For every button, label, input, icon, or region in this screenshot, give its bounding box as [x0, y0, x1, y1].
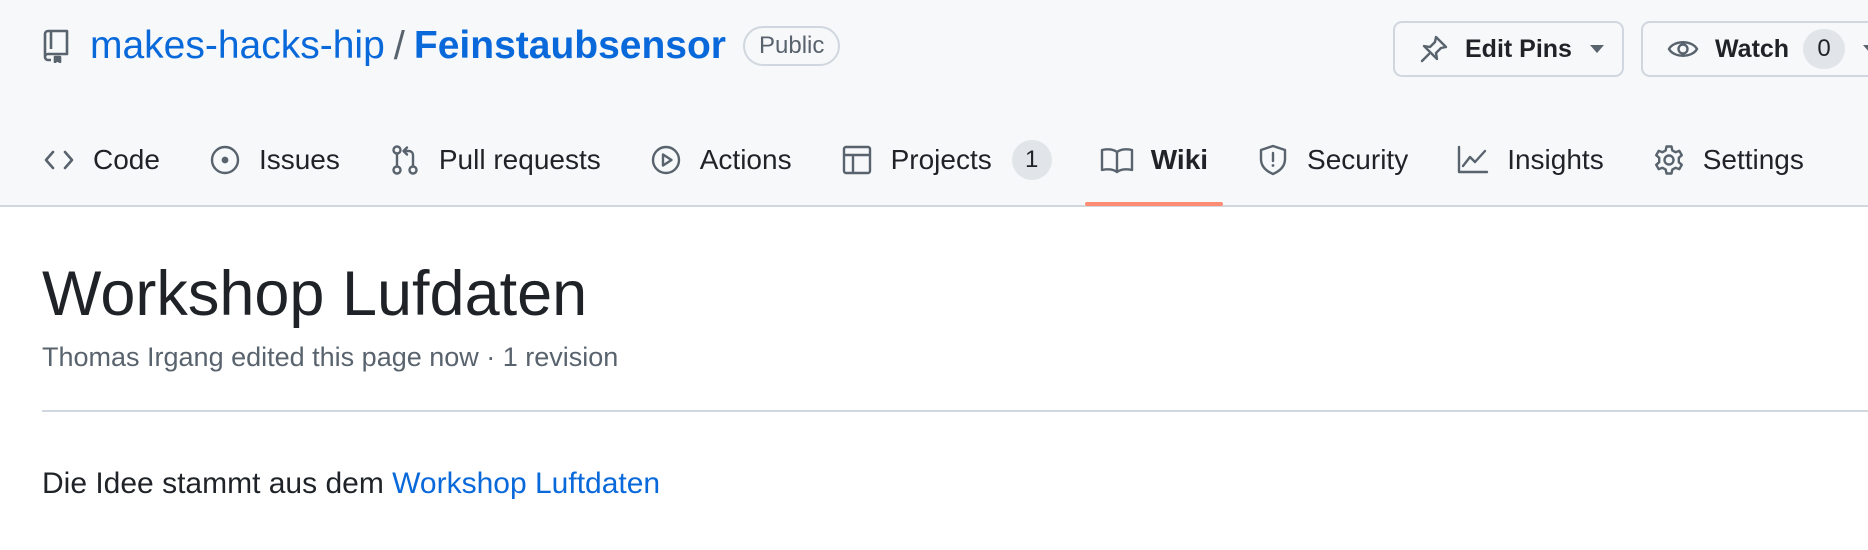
graph-icon	[1456, 143, 1490, 177]
repo-path-separator: /	[393, 23, 405, 68]
tab-pull-requests[interactable]: Pull requests	[388, 135, 601, 185]
page-title: Workshop Lufdaten	[42, 259, 588, 329]
pin-icon	[1419, 34, 1449, 64]
divider	[42, 410, 1868, 412]
play-icon	[649, 143, 683, 177]
tab-issues[interactable]: Issues	[208, 135, 340, 185]
tab-security[interactable]: Security	[1256, 135, 1408, 185]
repo-icon	[42, 28, 72, 64]
code-icon	[42, 143, 76, 177]
watch-button[interactable]: Watch 0	[1641, 21, 1868, 77]
tab-label: Projects	[890, 144, 992, 175]
tab-insights[interactable]: Insights	[1456, 135, 1604, 185]
pull-request-icon	[388, 143, 422, 177]
tab-label: Issues	[258, 144, 340, 175]
workshop-luftdaten-link[interactable]: Workshop Luftdaten	[392, 467, 660, 500]
table-icon	[840, 143, 874, 177]
body-text: Die Idee stammt aus dem	[42, 467, 393, 500]
shield-icon	[1256, 143, 1290, 177]
edit-pins-label: Edit Pins	[1465, 34, 1572, 63]
tab-wiki[interactable]: Wiki	[1084, 135, 1224, 206]
tab-settings[interactable]: Settings	[1652, 135, 1804, 185]
chevron-down-icon	[1589, 45, 1604, 53]
book-icon	[1100, 143, 1134, 177]
visibility-badge: Public	[742, 26, 841, 66]
tab-label: Actions	[699, 144, 792, 175]
tab-label: Code	[93, 144, 160, 175]
repo-owner-link[interactable]: makes-hacks-hip	[90, 24, 385, 68]
chevron-down-icon	[1863, 45, 1868, 53]
tab-code[interactable]: Code	[42, 135, 160, 185]
tab-label: Wiki	[1150, 144, 1209, 175]
repo-name-link[interactable]: Feinstaubsensor	[414, 24, 726, 68]
tab-label: Settings	[1702, 144, 1804, 175]
repo-header: makes-hacks-hip / Feinstaubsensor Public…	[0, 0, 1868, 207]
tab-label: Pull requests	[438, 144, 601, 175]
page-meta: Thomas Irgang edited this page now · 1 r…	[42, 342, 619, 372]
tab-label: Insights	[1507, 144, 1604, 175]
tab-label: Security	[1307, 144, 1409, 175]
eye-icon	[1667, 37, 1699, 61]
page-body: Die Idee stammt aus dem Workshop Luftdat…	[42, 467, 660, 501]
projects-count-badge: 1	[1011, 140, 1052, 180]
tab-actions[interactable]: Actions	[649, 135, 792, 185]
watch-label: Watch	[1715, 34, 1790, 63]
gear-icon	[1652, 143, 1686, 177]
issue-icon	[208, 143, 242, 177]
watch-count: 0	[1803, 29, 1846, 69]
repo-title: makes-hacks-hip / Feinstaubsensor Public	[42, 22, 841, 70]
edit-pins-button[interactable]: Edit Pins	[1393, 21, 1624, 77]
tab-projects[interactable]: Projects 1	[840, 135, 1052, 185]
repo-nav-tabs: Code Issues Pull requests Actions Projec…	[42, 135, 1804, 206]
